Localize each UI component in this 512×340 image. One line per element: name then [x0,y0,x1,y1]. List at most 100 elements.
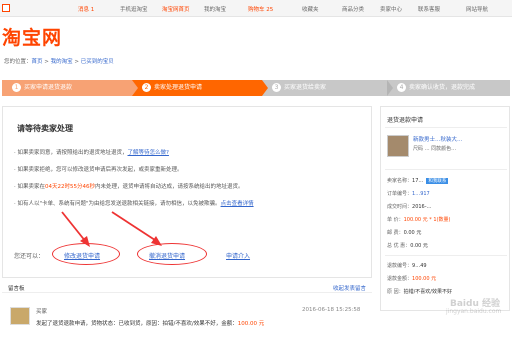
help-link[interactable]: 了解等待怎么做? [128,150,169,156]
product-sku: 尺码 … 同款颜色… [413,146,457,152]
discount-row: 总 优 惠：0.00 元 [387,242,428,249]
sidebar-title: 退货退款申请 [387,117,424,124]
info-line: · 如有人以"卡单、系统有问题"为由给您发送退款相关链接，请勿相信，以免被欺骗。… [14,201,254,207]
divider [385,169,507,170]
reason-row: 原 因：拍错/不喜欢/效果不好 [387,288,452,295]
mobile-link[interactable]: 手机逛淘宝 [120,5,148,13]
countdown: 04天22时55分46秒 [45,184,96,190]
step-arrow [132,80,138,96]
info-text: 如有人以"卡单、系统有问题"为由给您发送退款相关链接，请勿相信，以免被欺骗。 [17,201,221,207]
seller-name: 17… [412,178,424,184]
step-arrow [262,80,268,96]
my-taobao-link[interactable]: 我的淘宝 [204,5,226,13]
menu-icon[interactable] [2,4,10,12]
toggle-message-link[interactable]: 收起发表留言 [333,284,366,292]
breadcrumb-item[interactable]: 首页 [32,59,43,65]
shipping-fee: 0.00 元 [403,230,422,236]
breadcrumb-prefix: 您的位置： [4,59,32,65]
progress-steps: 1 买家申请退货退款 2 卖家处理退货申请 3 买家退货给卖家 4 卖家确认收货，退款完… [2,80,510,96]
step-3: 3 买家退货给卖家 [262,80,387,96]
step-4: 4 卖家确认收货，退款完成 [387,80,510,96]
step-1: 1 买家申请退货退款 [2,80,132,96]
contact-seller-button[interactable]: 和我联系 [426,178,449,184]
breadcrumb-item[interactable]: 已买到的宝贝 [81,59,114,65]
message-board-title: 留言板 [8,286,25,292]
message-author: 买家 [36,309,48,315]
info-text: 如果卖家在 [17,184,46,190]
arrow-line [61,211,87,243]
favorites-link[interactable]: 收藏夹 [302,5,319,13]
info-line: · 如果卖家在04天22时55分46秒内未处理，退货申请将自动达成，请按系统给出… [14,184,244,190]
step-number: 3 [272,83,281,92]
divider [385,255,507,256]
step-2: 2 卖家处理退货申请 [132,80,262,96]
refund-amount: 100.00 元 [412,276,437,282]
refund-number: 9…49 [412,263,427,269]
categories-link[interactable]: 商品分类 [342,5,364,13]
breadcrumb-sep: > [72,59,81,65]
home-link[interactable]: 淘宝网首页 [162,5,190,13]
product-thumbnail[interactable] [387,135,409,157]
step-arrow [387,80,393,96]
step-label: 买家退货给卖家 [284,84,327,91]
seller-center-link[interactable]: 卖家中心 [380,5,402,13]
row-label: 总 优 惠： [387,243,411,249]
watermark-url: jingyan.baidu.com [446,308,502,315]
discount: 0.00 元 [410,243,428,249]
order-row: 订单编号：1…917 [387,190,430,197]
refund-reason: 拍错/不喜欢/效果不好 [403,289,452,295]
messages-link[interactable]: 消息 1 [78,5,94,13]
details-link[interactable]: 点击查看详情 [221,201,254,207]
row-label: 原 因： [387,289,404,295]
message-board-header: 留言板 收起发表留言 [2,283,372,293]
step-number: 4 [397,83,406,92]
order-number[interactable]: 1…917 [412,191,430,197]
page-title: 请等待卖家处理 [17,124,73,133]
unit-price-row: 单 价：100.00 元 * 1(数量) [387,216,450,223]
step-label: 买家申请退货退款 [24,84,73,91]
taobao-logo[interactable]: 淘宝网 [2,23,62,50]
row-label: 退款金额： [387,276,413,282]
message-amount: 100.00 元 [237,321,265,327]
info-text: 如果卖家同意，请按照给出的退货地址退货， [17,150,128,156]
cart-link[interactable]: 购物车 25 [248,5,273,13]
actions-label: 您还可以： [14,253,45,260]
avatar [10,307,30,325]
row-label: 订单编号： [387,191,413,197]
row-label: 单 价： [387,217,404,223]
contact-link[interactable]: 联系客服 [418,5,440,13]
message-body: 发起了退货退款申请，货物状态：已收到货，原因：拍错/不喜欢/效果不好，金额：10… [36,319,264,327]
message-time: 2016-06-18 15:25:58 [302,307,361,313]
info-line: · 如果卖家拒绝，您可以修改退货申请后再次发起，或卖家重新处理。 [14,167,183,173]
row-label: 退款编号： [387,263,413,269]
top-bar: 消息 1 手机逛淘宝 淘宝网首页 我的淘宝 购物车 25 收藏夹 商品分类 卖家… [0,0,512,17]
breadcrumb-item[interactable]: 我的淘宝 [51,59,73,65]
step-label: 卖家确认收货，退款完成 [409,84,476,91]
shipping-row: 邮 费：0.00 元 [387,229,421,236]
info-text: 内未处理，退货申请将自动达成，请按系统给出的地址退货。 [95,184,244,190]
txn-row: 成交时间：2016-… [387,203,432,210]
breadcrumb: 您的位置：首页 > 我的淘宝 > 已买到的宝贝 [4,57,114,65]
breadcrumb-sep: > [42,59,51,65]
info-text: 如果卖家拒绝，您可以修改退货申请后再次发起，或卖家重新处理。 [17,167,183,173]
step-label: 卖家处理退货申请 [154,84,203,91]
message-text: 发起了退货退款申请，货物状态：已收到货，原因：拍错/不喜欢/效果不好，金额： [36,321,238,327]
step-number: 2 [142,83,151,92]
row-label: 成交时间： [387,204,413,210]
txn-time: 2016-… [412,204,432,210]
refund-no-row: 退款编号：9…49 [387,262,427,269]
annotation-arrows [61,211,162,247]
refund-amount-row: 退款金额：100.00 元 [387,275,436,282]
row-label: 邮 费： [387,230,404,236]
step-number: 1 [12,83,21,92]
seller-row: 卖家名称：17… 和我联系 [387,177,449,184]
product-name[interactable]: 新款男士…秋装大… [413,135,463,143]
unit-price: 100.00 元 * 1(数量) [403,217,451,223]
site-nav-link[interactable]: 网站导航 [466,5,488,13]
message-item: 买家 2016-06-18 15:25:58 发起了退货退款申请，货物状态：已收… [2,297,372,333]
arrow-line [111,211,159,243]
info-line: · 如果卖家同意，请按照给出的退货地址退货，了解等待怎么做? [14,150,169,156]
divider [385,127,507,128]
row-label: 卖家名称： [387,178,413,184]
order-sidebar: 退货退款申请 新款男士…秋装大… 尺码 … 同款颜色… 卖家名称：17… 和我联系… [380,106,510,311]
